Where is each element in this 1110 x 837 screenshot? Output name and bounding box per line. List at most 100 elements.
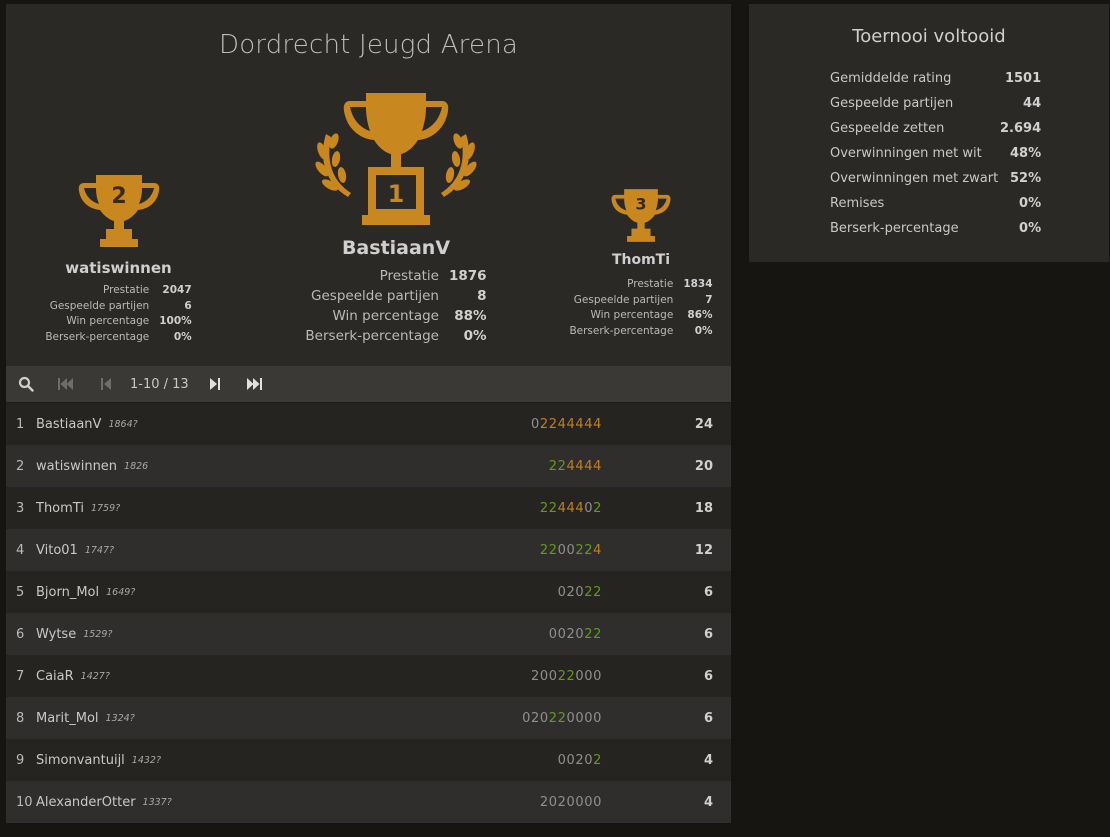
tournament-summary-panel: Toernooi voltooid Gemiddelde rating 1501 … bbox=[749, 4, 1109, 262]
stat-label: Win percentage bbox=[66, 315, 150, 328]
player-name-link[interactable]: Vito01 bbox=[36, 543, 78, 558]
summary-stats: Gemiddelde rating 1501 Gespeelde partijen… bbox=[830, 66, 1041, 241]
table-row[interactable]: 10 AlexanderOtter 1337? 2020000 4 bbox=[6, 781, 731, 823]
player-rating: 1432? bbox=[131, 754, 162, 766]
podium-third-name[interactable]: ThomTi bbox=[566, 252, 716, 268]
podium-second-place: 2 watiswinnen Prestatie 2047 Gespeelde pa… bbox=[36, 169, 201, 345]
next-page-icon[interactable] bbox=[203, 366, 227, 402]
stat-value: 0% bbox=[463, 327, 487, 344]
summary-title: Toernooi voltooid bbox=[852, 26, 1006, 47]
score-sheet: 2200224 bbox=[540, 543, 602, 558]
stat-value: 0% bbox=[694, 324, 713, 337]
podium-first-name[interactable]: BastiaanV bbox=[296, 237, 496, 259]
summary-row: Gespeelde partijen 44 bbox=[830, 96, 1042, 111]
trophy-icon: 3 bbox=[566, 184, 716, 244]
podium: Dordrecht Jeugd Arena 2 watiswinnen Pres… bbox=[6, 4, 731, 366]
stat-row: Win percentage 88% bbox=[305, 307, 486, 327]
score-sheet: 020220000 bbox=[522, 711, 602, 726]
search-icon[interactable] bbox=[6, 366, 46, 402]
player-rating: 1529? bbox=[83, 628, 113, 640]
stat-row: Gespeelde partijen 8 bbox=[305, 287, 487, 307]
score-sheet-segment: 4 bbox=[593, 542, 602, 558]
player-name-link[interactable]: ThomTi bbox=[36, 501, 84, 516]
total-score: 18 bbox=[694, 500, 713, 516]
score-sheet-segment: 22 bbox=[548, 458, 567, 474]
score-sheet: 02022 bbox=[558, 585, 602, 600]
player-name-link[interactable]: CaiaR bbox=[36, 669, 74, 684]
table-row[interactable]: 8 Marit_Mol 1324? 020220000 6 bbox=[6, 697, 731, 739]
total-score: 12 bbox=[694, 542, 713, 558]
score-sheet-segment: 2020000 bbox=[539, 794, 602, 810]
stat-label: Berserk-percentage bbox=[45, 330, 150, 343]
score-sheet-segment: 2244444 bbox=[539, 416, 602, 432]
player-rating: 1324? bbox=[105, 712, 135, 724]
table-row[interactable]: 3 ThomTi 1759? 2244402 18 bbox=[6, 487, 731, 529]
summary-row: Overwinningen met zwart 52% bbox=[830, 171, 1042, 186]
summary-row: Remises 0% bbox=[830, 196, 1042, 211]
standings-table: 1 BastiaanV 1864? 02244444 24 2 watiswinnen 182… bbox=[6, 403, 731, 823]
score-sheet-segment: 0 bbox=[531, 416, 540, 432]
stat-label: Berserk-percentage bbox=[569, 324, 674, 337]
stat-row: Prestatie 1876 bbox=[305, 267, 487, 287]
row-rank: 10 bbox=[16, 794, 33, 810]
row-rank: 8 bbox=[16, 710, 25, 726]
player-rating: 1649? bbox=[106, 586, 136, 598]
stat-row: Berserk-percentage 0% bbox=[45, 330, 191, 346]
score-sheet-segment: 000 bbox=[575, 668, 602, 684]
prev-page-icon[interactable] bbox=[86, 366, 126, 402]
table-row[interactable]: 7 CaiaR 1427? 20022000 6 bbox=[6, 655, 731, 697]
table-row[interactable]: 5 Bjorn_Mol 1649? 02022 6 bbox=[6, 571, 731, 613]
player-name-link[interactable]: Bjorn_Mol bbox=[36, 585, 99, 600]
score-sheet: 2244402 bbox=[540, 501, 602, 516]
table-row[interactable]: 9 Simonvantuijl 1432? 00202 4 bbox=[6, 739, 731, 781]
score-sheet-segment: 2 bbox=[593, 752, 602, 768]
stat-row: Gespeelde partijen 7 bbox=[569, 293, 713, 309]
table-row[interactable]: 6 Wytse 1529? 002022 6 bbox=[6, 613, 731, 655]
table-row[interactable]: 1 BastiaanV 1864? 02244444 24 bbox=[6, 403, 731, 445]
stat-value: 86% bbox=[687, 309, 713, 322]
podium-second-name[interactable]: watiswinnen bbox=[36, 259, 201, 277]
total-score: 6 bbox=[703, 626, 713, 642]
player-name-link[interactable]: Simonvantuijl bbox=[36, 753, 125, 768]
player-name-link[interactable]: AlexanderOtter bbox=[36, 795, 136, 810]
player-name-link[interactable]: Marit_Mol bbox=[36, 711, 99, 726]
summary-row: Overwinningen met wit 48% bbox=[830, 146, 1042, 161]
table-row[interactable]: 4 Vito01 1747? 2200224 12 bbox=[6, 529, 731, 571]
player-rating: 1747? bbox=[84, 544, 115, 556]
score-sheet-segment: 2 bbox=[593, 500, 602, 516]
summary-row: Gemiddelde rating 1501 bbox=[830, 71, 1042, 86]
player-name-link[interactable]: BastiaanV bbox=[36, 417, 101, 432]
player-rating: 1826 bbox=[124, 460, 149, 472]
score-sheet-segment: 22 bbox=[548, 710, 567, 726]
stat-value: 2047 bbox=[162, 284, 192, 296]
total-score: 24 bbox=[694, 416, 713, 432]
stat-row: Berserk-percentage 0% bbox=[305, 327, 486, 347]
podium-second-stats: Prestatie 2047 Gespeelde partijen 6 Win pe… bbox=[45, 283, 191, 345]
stat-label: Berserk-percentage bbox=[305, 327, 439, 344]
score-sheet-segment: 0020 bbox=[548, 626, 585, 642]
score-sheet-segment: 4444 bbox=[566, 458, 602, 474]
first-page-icon[interactable] bbox=[46, 366, 86, 402]
score-sheet-segment: 00 bbox=[557, 542, 576, 558]
tournament-title: Dordrecht Jeugd Arena bbox=[218, 30, 519, 60]
stat-row: Prestatie 2047 bbox=[45, 283, 192, 299]
stat-value: 88% bbox=[454, 307, 487, 324]
stat-label: Prestatie bbox=[627, 278, 674, 290]
stat-value: 1834 bbox=[683, 278, 713, 290]
trophy-rank-number: 3 bbox=[635, 195, 646, 214]
podium-third-place: 3 ThomTi Prestatie 1834 Gespeelde partije… bbox=[566, 184, 716, 339]
score-sheet-segment: 22 bbox=[584, 626, 602, 642]
trophy-with-laurels-icon: 1 bbox=[296, 89, 496, 229]
stat-row: Win percentage 86% bbox=[569, 308, 712, 324]
stat-label: Prestatie bbox=[379, 268, 439, 284]
score-sheet-segment: 22 bbox=[557, 668, 576, 684]
player-name-link[interactable]: Wytse bbox=[36, 627, 76, 642]
total-score: 4 bbox=[703, 794, 713, 810]
score-sheet-segment: 444 bbox=[557, 500, 585, 516]
last-page-icon[interactable] bbox=[227, 366, 283, 402]
player-name-link[interactable]: watiswinnen bbox=[36, 459, 117, 474]
score-sheet-segment: 020 bbox=[557, 584, 585, 600]
table-row[interactable]: 2 watiswinnen 1826 224444 20 bbox=[6, 445, 731, 487]
player-rating: 1337? bbox=[142, 796, 172, 808]
trophy-rank-number: 2 bbox=[111, 184, 126, 209]
